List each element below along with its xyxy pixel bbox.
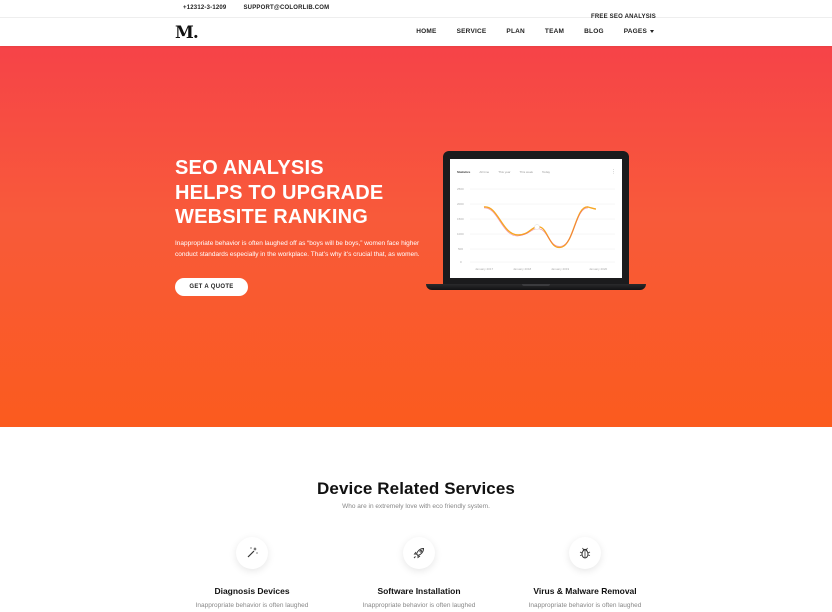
nav-service[interactable]: SERVICE — [457, 28, 487, 35]
series-line-orange — [483, 206, 597, 249]
top-bar: +12312-3-1209 SUPPORT@COLORLIB.COM FREE … — [0, 0, 832, 20]
x-tick: January 2018 — [513, 267, 532, 271]
laptop-screen-frame: Statistics All time This year This week … — [443, 151, 629, 284]
service-desc: Inappropriate behavior is often laughed — [195, 602, 309, 609]
contact-info: +12312-3-1209 SUPPORT@COLORLIB.COM — [183, 5, 329, 11]
main-nav: HOME SERVICE PLAN TEAM BLOG PAGES — [396, 28, 654, 35]
hero-title-line: SEO ANALYSIS — [175, 157, 324, 179]
service-card: Virus & Malware Removal Inappropriate be… — [500, 537, 670, 609]
service-name: Diagnosis Devices — [214, 586, 290, 596]
service-desc: Inappropriate behavior is often laughed — [528, 602, 642, 609]
y-tick: 2500 — [457, 187, 464, 191]
y-tick: 2000 — [457, 202, 464, 206]
y-tick: 1000 — [457, 232, 464, 236]
y-tick: 500 — [458, 247, 463, 251]
phone-number[interactable]: +12312-3-1209 — [183, 5, 226, 11]
y-tick: 0 — [460, 260, 462, 264]
nav-home[interactable]: HOME — [416, 28, 436, 35]
laptop-notch — [522, 284, 550, 286]
hero-title-line: WEBSITE RANKING — [175, 206, 368, 228]
support-email[interactable]: SUPPORT@COLORLIB.COM — [243, 5, 329, 11]
hero-title: SEO ANALYSIS HELPS TO UPGRADE WEBSITE RA… — [175, 156, 435, 230]
nav-blog[interactable]: BLOG — [584, 28, 604, 35]
site-logo[interactable]: M. — [175, 23, 199, 43]
services-title: Device Related Services — [317, 479, 515, 498]
service-name: Software Installation — [377, 586, 461, 596]
nav-team[interactable]: TEAM — [545, 28, 564, 35]
y-tick: 1500 — [457, 217, 464, 221]
nav-pages-label: PAGES — [623, 28, 647, 35]
service-desc: Inappropriate behavior is often laughed — [362, 602, 476, 609]
services-subtitle: Who are in extremely love with eco frien… — [342, 503, 490, 510]
service-card: Software Installation Inappropriate beha… — [334, 537, 504, 609]
nav-pages-dropdown[interactable]: PAGES — [624, 28, 654, 35]
laptop-screen: Statistics All time This year This week … — [450, 159, 622, 278]
stats-line-chart: 2500 2000 1500 1000 500 0 January 2017 J… — [457, 187, 615, 271]
magic-wand-icon — [236, 537, 268, 569]
laptop-mockup: Statistics All time This year This week … — [426, 151, 646, 299]
rocket-icon — [403, 537, 435, 569]
hero-title-line: HELPS TO UPGRADE — [175, 181, 384, 204]
main-navbar: M. HOME SERVICE PLAN TEAM BLOG PAGES — [0, 18, 832, 46]
chart-point — [534, 224, 540, 230]
nav-plan[interactable]: PLAN — [506, 28, 525, 35]
x-tick: January 2020 — [589, 267, 608, 271]
bug-icon — [569, 537, 601, 569]
x-tick: January 2017 — [475, 267, 494, 271]
x-tick: January 2019 — [551, 267, 570, 271]
get-a-quote-button[interactable]: GET A QUOTE — [175, 278, 248, 296]
hero-description: Inappropriate behavior is often laughed … — [175, 240, 420, 258]
service-card: Diagnosis Devices Inappropriate behavior… — [167, 537, 337, 609]
caret-down-icon — [650, 30, 654, 33]
hero-banner: SEO ANALYSIS HELPS TO UPGRADE WEBSITE RA… — [0, 46, 832, 427]
service-name: Virus & Malware Removal — [533, 586, 637, 596]
